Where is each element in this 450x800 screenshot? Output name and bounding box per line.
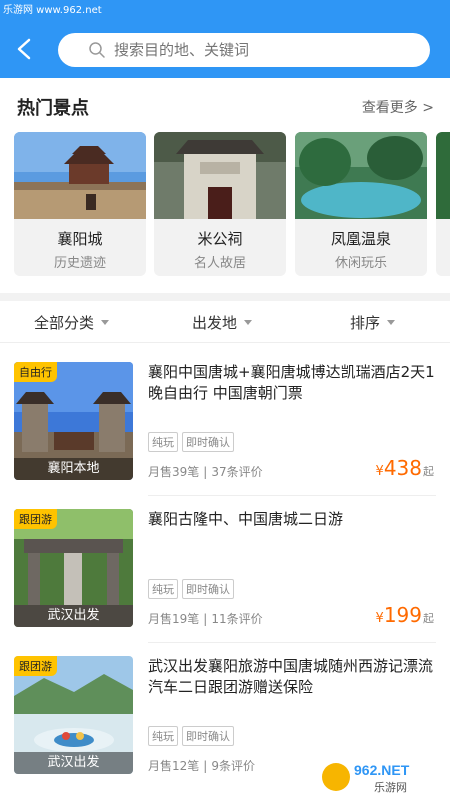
header-bar	[0, 22, 450, 78]
spot-image-temple-gate	[154, 132, 286, 219]
meta-separator: |	[203, 759, 208, 773]
product-tags: 纯玩 即时确认	[148, 432, 234, 452]
watermark-brand: 962.NET	[354, 762, 410, 778]
monthly-sales: 月售19笔	[148, 612, 200, 626]
price-suffix: 起	[423, 465, 434, 478]
spot-image-partial	[436, 132, 450, 219]
product-title: 襄阳中国唐城+襄阳唐城博达凯瑞酒店2天1晚自由行 中国唐朝门票	[148, 363, 435, 402]
product-meta: 月售19笔 | 11条评价	[148, 610, 263, 627]
back-button[interactable]	[10, 34, 38, 64]
caret-down-icon	[244, 320, 253, 325]
watermark-logo: 962.NET 乐游网	[316, 758, 446, 796]
filter-label: 出发地	[192, 314, 238, 332]
departure-caption: 武汉出发	[14, 605, 133, 627]
product-title: 襄阳古隆中、中国唐城二日游	[148, 510, 344, 528]
hot-spots-title: 热门景点	[17, 98, 89, 119]
spot-name: 凤凰温泉	[330, 230, 391, 248]
spots-carousel[interactable]: 襄阳城 历史遗迹 米公祠 名人故居 凤凰温泉 休闲玩乐	[14, 132, 450, 277]
spot-category: 历史遗迹	[53, 256, 106, 271]
search-icon	[89, 42, 105, 58]
tag-label: 即时确认	[182, 726, 234, 746]
list-item[interactable]: 自由行 襄阳本地 襄阳中国唐城+襄阳唐城博达凯瑞酒店2天1晚自由行 中国唐朝门票…	[0, 350, 450, 496]
review-count: 11条评价	[211, 612, 263, 626]
tag-label: 纯玩	[148, 579, 178, 599]
spot-name: 米公祠	[197, 230, 243, 248]
product-meta: 月售12笔 | 9条评价	[148, 757, 255, 774]
price-suffix: 起	[423, 612, 434, 625]
filter-all-categories[interactable]: 全部分类	[34, 312, 110, 333]
watermark-sub: 乐游网	[374, 781, 407, 794]
price-currency: ¥	[375, 464, 384, 479]
product-type-badge: 跟团游	[14, 509, 57, 529]
spot-image-city-wall	[14, 132, 146, 219]
item-divider	[148, 495, 436, 496]
product-meta: 月售39笔 | 37条评价	[148, 463, 263, 480]
spot-name: 襄阳城	[57, 230, 103, 248]
filter-label: 全部分类	[34, 314, 95, 332]
price-value: 199	[383, 603, 422, 627]
monthly-sales: 月售39笔	[148, 465, 200, 479]
meta-separator: |	[203, 465, 208, 479]
item-divider	[148, 642, 436, 643]
product-image: 跟团游 武汉出发	[14, 656, 133, 774]
product-image: 自由行 襄阳本地	[14, 362, 133, 480]
spot-image-hot-spring	[295, 132, 427, 219]
caret-down-icon	[101, 320, 110, 325]
watermark-top: 乐游网 www.962.net	[0, 0, 450, 22]
caret-down-icon	[387, 320, 396, 325]
departure-caption: 武汉出发	[14, 752, 133, 774]
product-type-badge: 自由行	[14, 362, 57, 382]
tag-label: 纯玩	[148, 432, 178, 452]
see-more-link[interactable]: 查看更多 >	[362, 97, 434, 117]
tag-label: 即时确认	[182, 432, 234, 452]
product-tags: 纯玩 即时确认	[148, 579, 234, 599]
section-divider	[0, 293, 450, 301]
monthly-sales: 月售12笔	[148, 759, 200, 773]
search-box[interactable]	[58, 33, 430, 67]
filter-bar: 全部分类 出发地 排序	[0, 301, 450, 343]
spot-card-xiangyangcheng[interactable]: 襄阳城 历史遗迹	[14, 132, 146, 276]
product-price: ¥199 起	[376, 603, 434, 627]
hot-spots-section: 热门景点 查看更多 > 襄阳城 历史遗迹 米公祠 名人故居 凤凰温泉 休闲玩乐	[0, 78, 450, 293]
search-input[interactable]	[114, 41, 414, 59]
spot-card-partial[interactable]	[436, 132, 450, 276]
filter-departure[interactable]: 出发地	[192, 312, 253, 333]
filter-sort[interactable]: 排序	[350, 312, 396, 333]
review-count: 37条评价	[211, 465, 263, 479]
product-image: 跟团游 武汉出发	[14, 509, 133, 627]
meta-separator: |	[203, 612, 208, 626]
tag-label: 纯玩	[148, 726, 178, 746]
review-count: 9条评价	[211, 759, 255, 773]
product-price: ¥438 起	[376, 456, 434, 480]
spot-card-migongci[interactable]: 米公祠 名人故居	[154, 132, 286, 276]
spot-category: 名人故居	[193, 256, 246, 271]
product-title: 武汉出发襄阳旅游中国唐城随州西游记漂流汽车二日跟团游赠送保险	[148, 657, 434, 696]
departure-caption: 襄阳本地	[14, 458, 133, 480]
price-value: 438	[383, 456, 422, 480]
price-currency: ¥	[375, 611, 384, 626]
back-arrow-icon	[17, 38, 31, 60]
list-item[interactable]: 跟团游 武汉出发 襄阳古隆中、中国唐城二日游 纯玩 即时确认 月售19笔 | 11条…	[0, 497, 450, 643]
tag-label: 即时确认	[182, 579, 234, 599]
product-tags: 纯玩 即时确认	[148, 726, 234, 746]
spot-category: 休闲玩乐	[334, 256, 387, 271]
filter-label: 排序	[350, 314, 381, 332]
product-type-badge: 跟团游	[14, 656, 57, 676]
spot-card-fenghuang-hotspring[interactable]: 凤凰温泉 休闲玩乐	[295, 132, 427, 276]
